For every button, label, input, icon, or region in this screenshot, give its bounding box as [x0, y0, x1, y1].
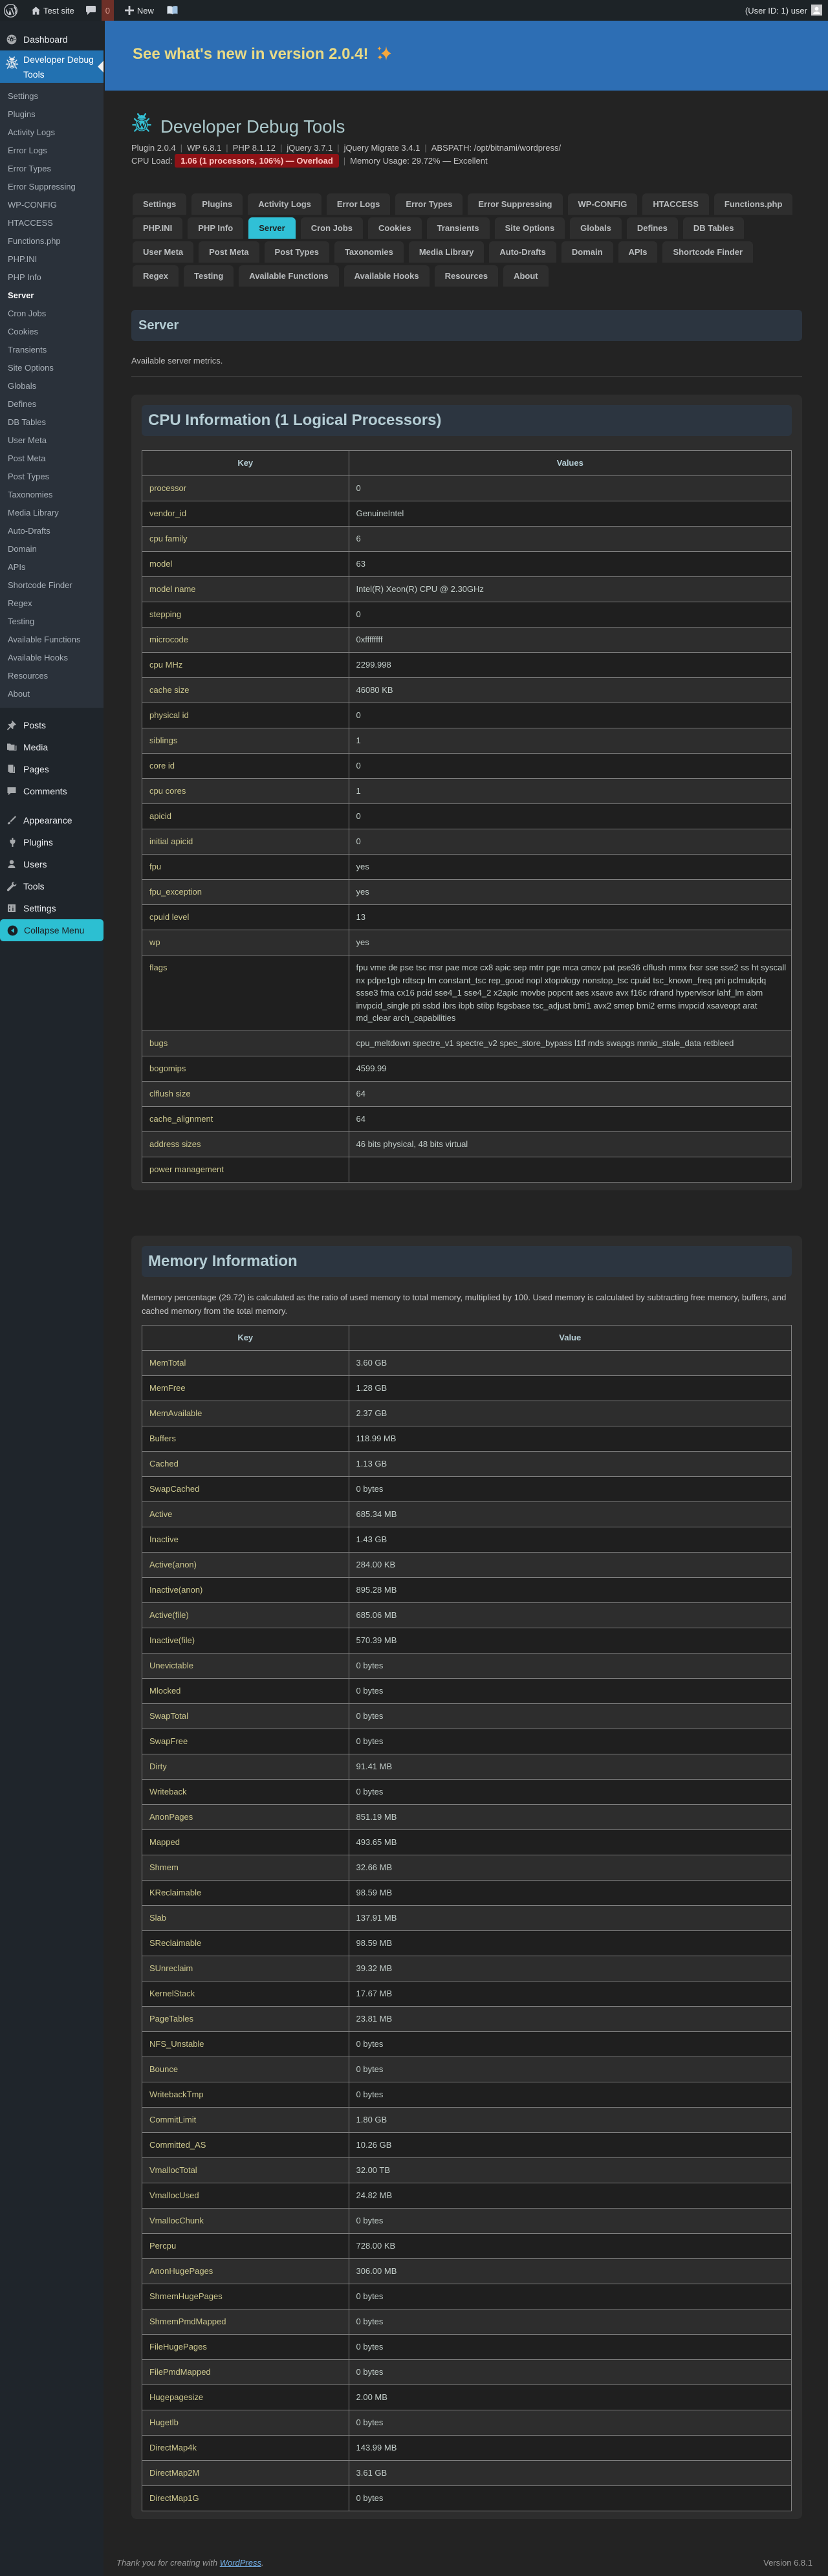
svg-text:W: W: [137, 121, 146, 131]
svg-text:W: W: [9, 61, 16, 68]
